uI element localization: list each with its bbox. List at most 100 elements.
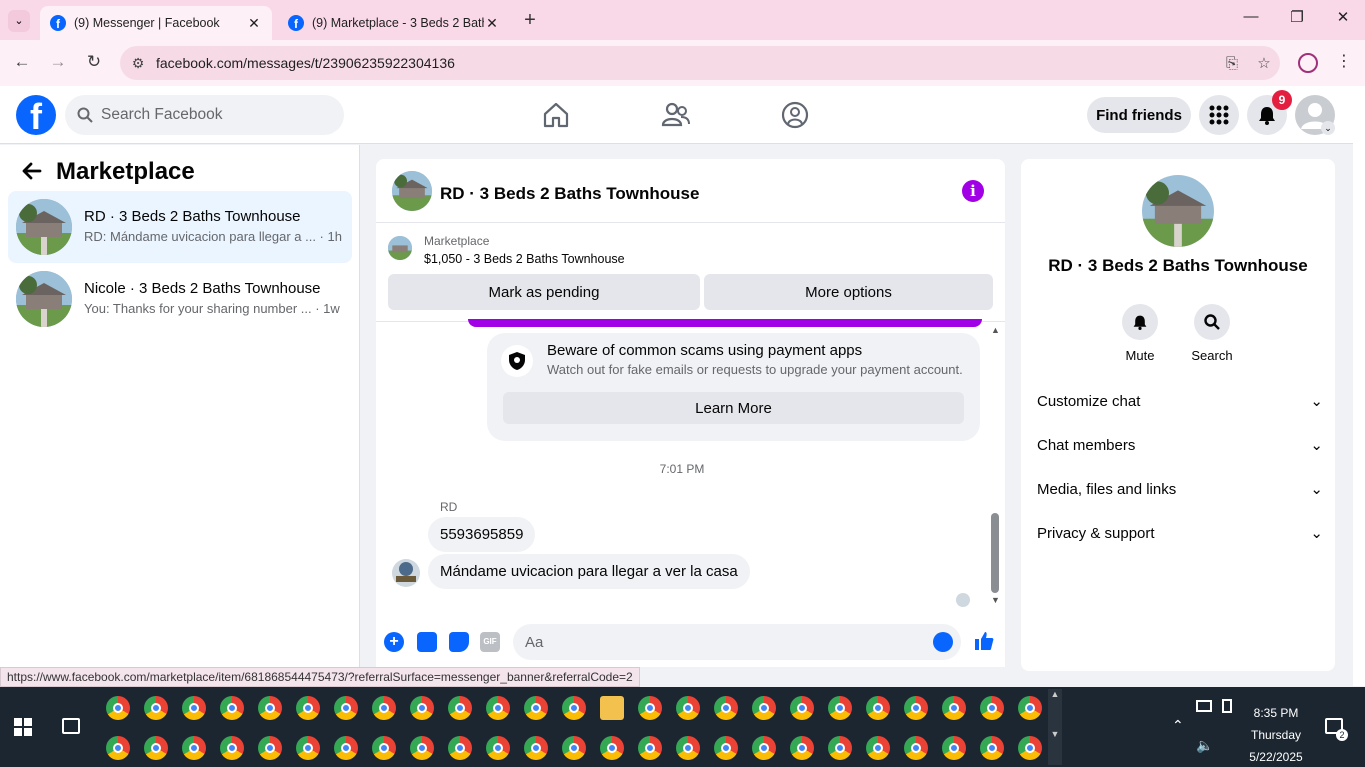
chat-title[interactable]: RD · 3 Beds 2 Baths Townhouse: [440, 184, 699, 204]
friends-icon[interactable]: [661, 100, 691, 130]
profile-icon[interactable]: [1298, 53, 1318, 73]
taskbar-browser-icon[interactable]: [714, 736, 738, 760]
more-options-button[interactable]: More options: [704, 274, 993, 310]
tab-search-icon[interactable]: ⌄: [8, 10, 30, 32]
tray-day[interactable]: Thursday: [1240, 728, 1312, 742]
taskbar-browser-icon[interactable]: [144, 736, 168, 760]
search-in-chat-button[interactable]: Search: [1182, 304, 1242, 363]
taskbar-browser-icon[interactable]: [562, 736, 586, 760]
forward-icon[interactable]: →: [47, 52, 69, 74]
taskbar-browser-icon[interactable]: [334, 736, 358, 760]
message-bubble[interactable]: Mándame uvicacion para llegar a ver la c…: [428, 554, 750, 589]
file-explorer-icon[interactable]: [600, 696, 624, 720]
taskbar-browser-icon[interactable]: [942, 696, 966, 720]
sender-avatar[interactable]: [392, 559, 420, 587]
tray-time[interactable]: 8:35 PM: [1240, 706, 1312, 720]
taskbar-browser-icon[interactable]: [600, 736, 624, 760]
volume-icon[interactable]: 🔈: [1196, 737, 1213, 754]
battery-icon[interactable]: [1222, 699, 1232, 713]
taskbar-browser-icon[interactable]: [752, 736, 776, 760]
maximize-icon[interactable]: ❐: [1282, 8, 1312, 32]
taskbar-browser-icon[interactable]: [258, 696, 282, 720]
add-plus-icon[interactable]: +: [384, 632, 404, 652]
taskbar-browser-icon[interactable]: [448, 736, 472, 760]
windows-start-icon[interactable]: [14, 718, 32, 736]
taskbar-browser-icon[interactable]: [1018, 736, 1042, 760]
taskbar-browser-icon[interactable]: [372, 736, 396, 760]
network-icon[interactable]: [1196, 700, 1212, 712]
emoji-icon[interactable]: [933, 632, 953, 652]
listing-thumbnail-small[interactable]: [388, 236, 412, 260]
page-scrollbar[interactable]: [1353, 86, 1365, 686]
groups-icon[interactable]: [780, 100, 810, 130]
taskbar-browser-icon[interactable]: [752, 696, 776, 720]
message-input[interactable]: Aa: [513, 624, 961, 660]
facebook-logo-icon[interactable]: f: [16, 95, 56, 135]
taskbar-browser-icon[interactable]: [486, 696, 510, 720]
site-settings-icon[interactable]: ⚙: [120, 55, 156, 72]
conversation-item-rd[interactable]: RD · 3 Beds 2 Baths Townhouse RD: Mándam…: [8, 191, 352, 263]
tab-messenger[interactable]: f (9) Messenger | Facebook ✕: [40, 6, 272, 40]
minimize-icon[interactable]: —: [1236, 8, 1266, 32]
close-tab-icon[interactable]: ✕: [246, 15, 262, 32]
taskbar-browser-icon[interactable]: [524, 736, 548, 760]
taskbar-browser-icon[interactable]: [220, 736, 244, 760]
taskbar-browser-icon[interactable]: [524, 696, 548, 720]
close-tab-icon[interactable]: ✕: [484, 15, 500, 32]
back-icon[interactable]: ←: [11, 52, 33, 74]
taskbar-browser-icon[interactable]: [676, 736, 700, 760]
taskbar-browser-icon[interactable]: [904, 736, 928, 760]
mute-button[interactable]: Mute: [1110, 304, 1170, 363]
taskbar-browser-icon[interactable]: [106, 696, 130, 720]
taskbar-browser-icon[interactable]: [790, 696, 814, 720]
learn-more-button[interactable]: Learn More: [503, 392, 964, 424]
media-files-links-row[interactable]: Media, files and links ⌄: [1037, 467, 1323, 511]
facebook-search-input[interactable]: Search Facebook: [65, 95, 344, 135]
chat-members-row[interactable]: Chat members ⌄: [1037, 423, 1323, 467]
listing-price[interactable]: $1,050 - 3 Beds 2 Baths Townhouse: [424, 252, 625, 266]
privacy-support-row[interactable]: Privacy & support ⌄: [1037, 511, 1323, 555]
tab-marketplace[interactable]: f (9) Marketplace - 3 Beds 2 Bath ✕: [278, 6, 510, 40]
address-bar[interactable]: ⚙ facebook.com/messages/t/23906235922304…: [120, 46, 1280, 80]
taskbar-browser-icon[interactable]: [942, 736, 966, 760]
taskbar-browser-icon[interactable]: [144, 696, 168, 720]
new-tab-icon[interactable]: +: [518, 8, 542, 32]
taskbar-browser-icon[interactable]: [828, 696, 852, 720]
conversation-item-nicole[interactable]: Nicole · 3 Beds 2 Baths Townhouse You: T…: [8, 263, 352, 335]
taskbar-browser-icon[interactable]: [258, 736, 282, 760]
home-icon[interactable]: [541, 100, 571, 130]
sticker-icon[interactable]: [449, 632, 469, 652]
task-view-icon[interactable]: [62, 718, 80, 734]
gif-icon[interactable]: GIF: [480, 632, 500, 652]
taskbar-browser-icon[interactable]: [296, 696, 320, 720]
message-bubble[interactable]: 5593695859: [428, 517, 536, 552]
taskbar-browser-icon[interactable]: [714, 696, 738, 720]
taskbar-browser-icon[interactable]: [1018, 696, 1042, 720]
menu-kebab-icon[interactable]: ⋮: [1336, 51, 1352, 71]
taskbar-browser-icon[interactable]: [866, 736, 890, 760]
taskbar-browser-icon[interactable]: [562, 696, 586, 720]
taskbar-browser-icon[interactable]: [638, 736, 662, 760]
close-window-icon[interactable]: ✕: [1328, 8, 1358, 32]
taskbar-browser-icon[interactable]: [790, 736, 814, 760]
install-app-icon[interactable]: ⎘: [1216, 55, 1248, 72]
back-arrow-icon[interactable]: [20, 159, 44, 183]
taskbar-browser-icon[interactable]: [904, 696, 928, 720]
taskbar-browser-icon[interactable]: [372, 696, 396, 720]
tray-overflow-icon[interactable]: ⌃: [1172, 717, 1184, 734]
taskbar-browser-icon[interactable]: [448, 696, 472, 720]
taskbar-browser-icon[interactable]: [182, 696, 206, 720]
taskbar-browser-icon[interactable]: [334, 696, 358, 720]
taskbar-browser-icon[interactable]: [106, 736, 130, 760]
mark-as-pending-button[interactable]: Mark as pending: [388, 274, 700, 310]
menu-grid-icon[interactable]: [1199, 95, 1239, 135]
like-thumb-icon[interactable]: [973, 630, 995, 652]
info-icon[interactable]: i: [962, 180, 984, 202]
taskbar-browser-icon[interactable]: [410, 696, 434, 720]
chat-avatar[interactable]: [392, 171, 432, 211]
info-avatar[interactable]: [1142, 175, 1214, 247]
find-friends-button[interactable]: Find friends: [1087, 97, 1191, 133]
taskbar-browser-icon[interactable]: [828, 736, 852, 760]
taskbar-browser-icon[interactable]: [220, 696, 244, 720]
taskbar-browser-icon[interactable]: [638, 696, 662, 720]
